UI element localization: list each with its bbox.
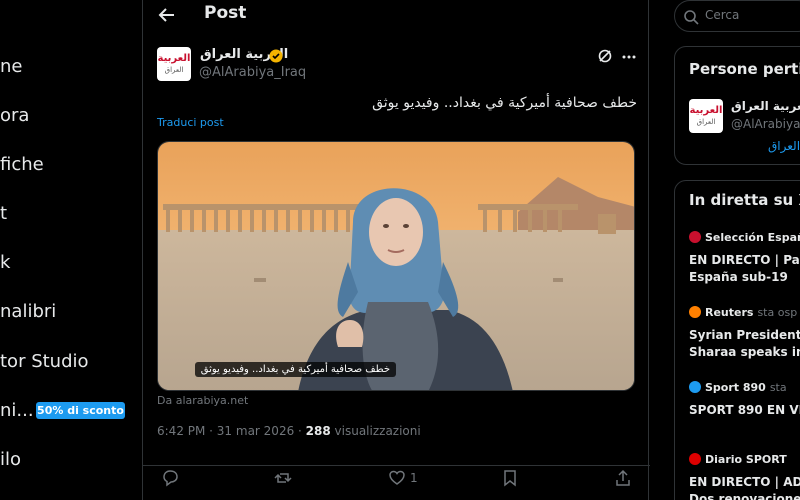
nav-item-profile[interactable]: ilo: [0, 449, 21, 470]
share-icon[interactable]: [614, 469, 632, 491]
live-title-line: España sub-19: [689, 270, 788, 284]
source-status: sta osp: [757, 306, 798, 319]
search-placeholder: Cerca: [705, 8, 740, 22]
back-arrow-icon[interactable]: [157, 5, 177, 25]
nav-item-creator-studio[interactable]: tor Studio: [0, 351, 89, 372]
source-name: Diario SPORT: [705, 453, 787, 466]
avatar-logo-subtext: العراق: [696, 118, 716, 126]
post-timestamp[interactable]: 6:42 PM · 31 mar 2026 ·: [157, 424, 306, 438]
post-header: Post: [143, 0, 650, 30]
author-avatar[interactable]: العربية العراق: [157, 47, 191, 81]
live-item-title[interactable]: SPORT 890 EN VIV: [689, 402, 800, 419]
image-caption: خطف صحافية أميركية في بغداد.. وفيديو يوث…: [194, 362, 396, 377]
link-source[interactable]: Da alarabiya.net: [157, 394, 248, 407]
live-title-line: Dos renovaciones: [689, 492, 800, 500]
source-logo-icon: [689, 306, 701, 318]
live-item-source[interactable]: Sport 890 sta: [689, 381, 787, 394]
live-on-x-title: In diretta su X: [689, 191, 800, 209]
repost-icon[interactable]: [274, 469, 292, 491]
source-name: Reuters: [705, 306, 754, 319]
post-text: خطف صحافية أميركية في بغداد.. وفيديو يوث…: [372, 95, 637, 111]
live-item-source[interactable]: Selección Españo: [689, 231, 800, 244]
more-options-icon[interactable]: [621, 49, 637, 63]
source-status: sta: [769, 381, 787, 394]
source-name: Selección Españo: [705, 231, 800, 244]
grok-icon[interactable]: [597, 48, 613, 64]
post-actions: 1: [143, 465, 650, 487]
views-count: 288: [305, 424, 331, 438]
left-navigation: ne ora fiche t k nalibri tor Studio ni..…: [0, 0, 142, 500]
author-handle[interactable]: @AlArabiya_Iraq: [199, 65, 306, 80]
translate-post-link[interactable]: Traduci post: [157, 116, 224, 129]
live-title-line: EN DIRECTO | ADN: [689, 475, 800, 489]
page-title: Post: [204, 3, 247, 23]
views-label: visualizzazioni: [330, 424, 421, 438]
reply-icon[interactable]: [161, 469, 179, 491]
like-button[interactable]: 1: [388, 469, 428, 491]
nav-item-bookmarks[interactable]: nalibri: [0, 301, 56, 322]
nav-item-home[interactable]: ne: [0, 56, 22, 77]
live-item-source[interactable]: Diario SPORT: [689, 453, 787, 466]
relevant-people-title: Persone perti: [689, 60, 800, 78]
suggested-user-avatar[interactable]: العربية العراق: [689, 99, 723, 133]
suggested-user-bio-link[interactable]: العراق: [768, 139, 800, 153]
post-column: Post العربية العراق العربية العراق @AlAr…: [142, 0, 650, 500]
source-logo-icon: [689, 453, 701, 465]
search-icon: [683, 9, 699, 25]
live-item-title[interactable]: EN DIRECTO | Países España sub-19: [689, 252, 800, 286]
post-metadata: 6:42 PM · 31 mar 2026 · 288 visualizzazi…: [157, 424, 421, 438]
live-title-line: Sharaa speaks in L: [689, 345, 800, 359]
bookmark-icon[interactable]: [501, 469, 519, 491]
nav-item-notifications[interactable]: fiche: [0, 154, 44, 175]
avatar-logo-text: العربية: [157, 53, 191, 64]
nav-item-premium[interactable]: ni...: [0, 400, 34, 421]
like-count: 1: [410, 471, 418, 485]
avatar-logo-text: العربية: [689, 105, 723, 116]
relevant-people-card: Persone perti العربية العراق العربية الع…: [674, 46, 800, 165]
live-item-title[interactable]: EN DIRECTO | ADN Dos renovaciones: [689, 474, 800, 500]
live-title-line: SPORT 890 EN VIV: [689, 403, 800, 417]
live-title-line: EN DIRECTO | Países: [689, 253, 800, 267]
nav-item-grok[interactable]: k: [0, 252, 10, 273]
verified-badge-icon: [269, 48, 283, 63]
live-on-x-card: In diretta su X Selección Españo EN DIRE…: [674, 180, 800, 500]
source-logo-icon: [689, 381, 701, 393]
discount-badge[interactable]: 50% di sconto: [36, 402, 125, 419]
live-title-line: Syrian President A: [689, 328, 800, 342]
suggested-user-handle[interactable]: @AlArabiya_I: [731, 117, 800, 131]
source-name: Sport 890: [705, 381, 766, 394]
search-input[interactable]: Cerca: [674, 0, 800, 32]
live-item-title[interactable]: Syrian President A Sharaa speaks in L: [689, 327, 800, 361]
nav-item-explore[interactable]: ora: [0, 105, 29, 126]
source-logo-icon: [689, 231, 701, 243]
post-image[interactable]: [157, 141, 635, 391]
nav-item-chat[interactable]: t: [0, 203, 7, 224]
right-sidebar: Cerca Persone perti العربية العراق العرب…: [649, 0, 800, 500]
heart-icon: [389, 470, 405, 485]
live-item-source[interactable]: Reuters sta osp: [689, 306, 797, 319]
avatar-logo-subtext: العراق: [164, 66, 184, 74]
suggested-user-name[interactable]: العربية العراق: [731, 99, 800, 113]
